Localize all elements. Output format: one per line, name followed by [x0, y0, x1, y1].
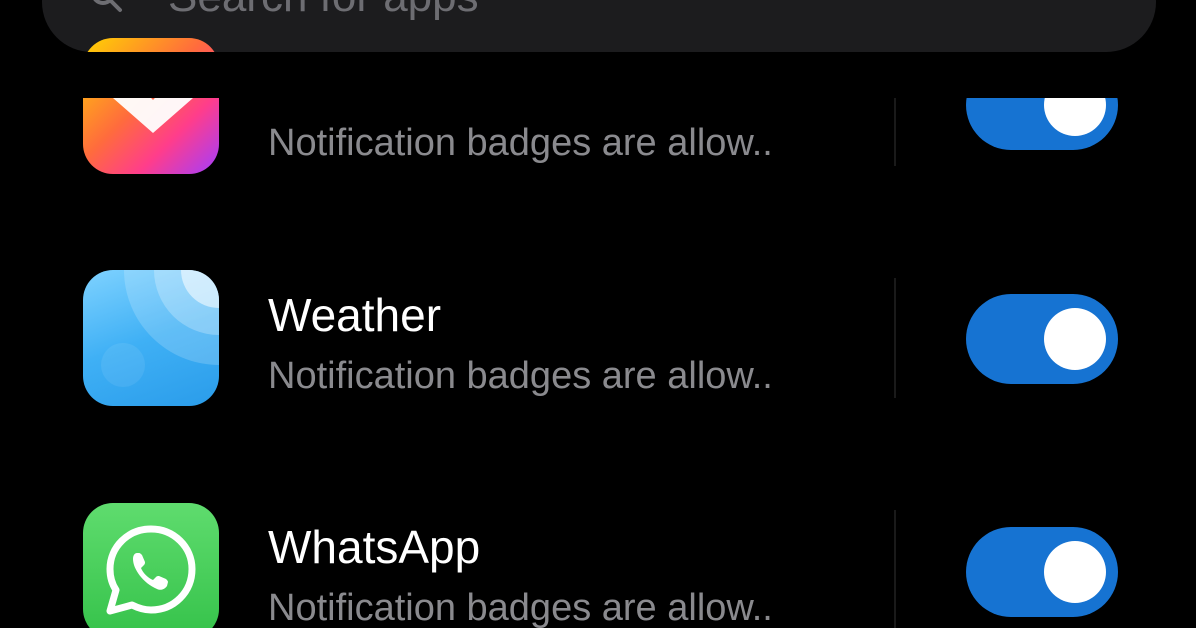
badge-toggle[interactable] [966, 527, 1118, 617]
app-name: WhatsApp [268, 521, 481, 573]
app-description: Notification badges are allow.. [268, 355, 773, 397]
app-notification-badges-screen: Search for apps Notification badges are … [0, 0, 1196, 628]
app-description: Notification badges are allow.. [268, 587, 773, 628]
app-name: Weather [268, 289, 442, 341]
toggle-knob [1044, 308, 1106, 370]
whatsapp-icon [83, 503, 219, 628]
divider [894, 510, 896, 628]
list-item: WhatsApp Notification badges are allow.. [0, 0, 1196, 628]
divider [894, 278, 896, 398]
weather-icon [83, 270, 219, 406]
badge-toggle[interactable] [966, 294, 1118, 384]
toggle-knob [1044, 541, 1106, 603]
